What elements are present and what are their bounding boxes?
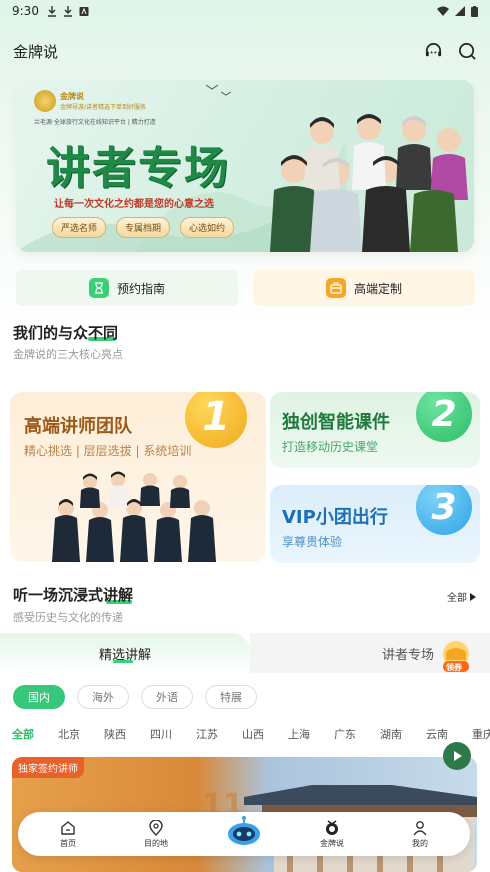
battery-icon <box>471 5 478 17</box>
customer-service-icon[interactable] <box>423 41 443 61</box>
premium-custom-button[interactable]: 高端定制 <box>253 270 475 306</box>
nav-home[interactable]: 首页 <box>38 816 98 852</box>
nav-label: 我的 <box>412 838 428 848</box>
booking-guide-button[interactable]: 预约指南 <box>16 270 238 306</box>
region-item[interactable]: 陕西 <box>104 726 150 742</box>
play-icon <box>454 751 462 761</box>
app-title: 金牌说 <box>13 42 59 61</box>
tab-active-indicator <box>113 660 133 663</box>
section-subtitle-listen: 感受历史与文化的传递 <box>13 611 123 624</box>
region-item[interactable]: 上海 <box>288 726 334 742</box>
region-item[interactable]: 云南 <box>426 726 472 742</box>
chip-foreign-language[interactable]: 外语 <box>141 685 193 709</box>
highlight-title: 高端讲师团队 <box>24 416 132 437</box>
play-audio-button[interactable] <box>443 742 471 770</box>
content-tabs: 讲者专场 精选讲解 <box>0 633 490 673</box>
hero-banner[interactable]: 金牌说 金牌导游/讲者精选下单到好服务 兰毛源·全球旅行文化在线知识平台 | 精… <box>16 80 474 252</box>
app-notification-icon <box>79 6 89 16</box>
medal-icon <box>326 819 338 835</box>
nav-destination[interactable]: 目的地 <box>126 816 186 852</box>
chip-overseas[interactable]: 海外 <box>77 685 129 709</box>
highlight-number-badge: 2 <box>416 392 472 442</box>
app-bar: 金牌说 <box>0 36 490 66</box>
region-item[interactable]: 广东 <box>334 726 380 742</box>
banner-brand-sub: 金牌导游/讲者精选下单到好服务 <box>60 104 147 111</box>
download-icon <box>63 5 72 17</box>
section-title-difference: 我们的与众不同 <box>13 324 119 342</box>
banner-pill: 心选如约 <box>180 217 235 238</box>
category-chips: 国内 海外 外语 特展 <box>13 685 257 709</box>
view-all-link[interactable]: 全部 <box>447 589 476 604</box>
coupon-label: 领券 <box>446 663 462 672</box>
banner-pills: 严选名师 专属档期 心选如约 <box>52 217 235 238</box>
banner-slogan: 让每一次文化之约都是您的心意之选 <box>54 199 214 210</box>
region-item[interactable]: 山西 <box>242 726 288 742</box>
hourglass-icon <box>88 278 109 298</box>
region-filter: 全部 北京 陕西 四川 江苏 山西 上海 广东 湖南 云南 重庆 <box>12 726 490 742</box>
banner-headline: 讲者专场 <box>46 143 230 194</box>
chip-domestic[interactable]: 国内 <box>13 685 65 709</box>
banner-brand: 金牌说 <box>60 92 84 101</box>
banner-pill: 专属档期 <box>116 217 171 238</box>
location-pin-icon <box>149 819 163 836</box>
briefcase-icon <box>325 278 346 298</box>
coupon-badge[interactable]: 领券 <box>440 640 472 674</box>
ai-assistant-robot-icon[interactable] <box>226 815 262 847</box>
section-title-listen: 听一场沉浸式讲解 <box>13 586 134 604</box>
tab-label: 讲者专场 <box>381 647 434 663</box>
region-item[interactable]: 四川 <box>150 726 196 742</box>
highlight-subtitle: 享尊贵体验 <box>282 535 343 549</box>
banner-pill: 严选名师 <box>52 217 107 238</box>
nav-golden-talk[interactable]: 金牌说 <box>302 816 362 852</box>
section-subtitle-difference: 金牌说的三大核心亮点 <box>13 348 123 361</box>
chevron-right-icon <box>470 592 476 601</box>
download-icon <box>47 5 56 17</box>
region-item[interactable]: 重庆 <box>472 726 490 742</box>
home-icon <box>61 820 75 835</box>
tab-featured[interactable]: 精选讲解 <box>0 633 250 673</box>
region-item[interactable]: 北京 <box>58 726 104 742</box>
status-time: 9:30 <box>12 4 39 18</box>
teacher-team-photo <box>52 471 216 562</box>
status-bar: 9:30 <box>0 0 490 22</box>
highlight-subtitle: 精心挑选 | 层层选拔 | 系统培训 <box>24 444 192 458</box>
highlight-title: VIP小团出行 <box>282 507 388 528</box>
signal-icon <box>455 6 465 16</box>
highlight-title: 独创智能课件 <box>282 412 390 433</box>
nav-label: 首页 <box>60 838 76 848</box>
user-icon <box>413 820 427 835</box>
speaker-group-photo <box>270 114 468 252</box>
banner-tagline: 兰毛源·全球旅行文化在线知识平台 | 精力打造 <box>34 119 156 126</box>
region-item[interactable]: 全部 <box>12 726 58 742</box>
highlight-number-badge: 3 <box>416 485 472 535</box>
view-all-label: 全部 <box>447 593 467 604</box>
exclusive-tag: 独家签约讲师 <box>12 757 84 778</box>
highlight-card-courseware[interactable]: 独创智能课件 打造移动历史课堂 2 <box>270 392 480 468</box>
region-item[interactable]: 湖南 <box>380 726 426 742</box>
wifi-icon <box>437 6 449 16</box>
nav-label: 目的地 <box>144 838 168 848</box>
brand-logo-icon <box>34 90 56 112</box>
search-icon[interactable] <box>457 41 477 61</box>
chip-special-exhibition[interactable]: 特展 <box>205 685 257 709</box>
premium-custom-label: 高端定制 <box>353 281 402 296</box>
region-item[interactable]: 江苏 <box>196 726 242 742</box>
booking-guide-label: 预约指南 <box>116 281 165 296</box>
highlight-card-vip[interactable]: VIP小团出行 享尊贵体验 3 <box>270 485 480 563</box>
nav-mine[interactable]: 我的 <box>390 816 450 852</box>
highlight-number-badge: 1 <box>185 392 247 448</box>
nav-label: 金牌说 <box>320 838 344 848</box>
highlight-subtitle: 打造移动历史课堂 <box>282 440 379 454</box>
